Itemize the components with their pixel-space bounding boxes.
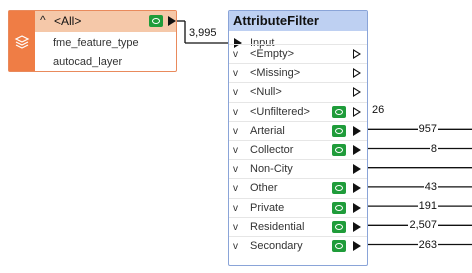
eye-icon[interactable] xyxy=(332,124,346,137)
output-port-row[interactable]: v Non-City xyxy=(229,159,367,178)
output-port-label: Non-City xyxy=(250,163,293,176)
output-port-row[interactable]: v Residential xyxy=(229,216,367,237)
attribute-item: fme_feature_type xyxy=(53,37,139,49)
output-port-row[interactable]: v Collector xyxy=(229,140,367,159)
port-feature-count: 8 xyxy=(429,142,438,156)
output-port-arrow-icon[interactable] xyxy=(168,16,176,26)
output-port-label: <Unfiltered> xyxy=(250,105,310,118)
output-port-row[interactable]: v Private xyxy=(229,197,367,218)
output-port-arrow-icon[interactable] xyxy=(353,241,361,251)
eye-icon[interactable] xyxy=(332,105,346,118)
eye-icon[interactable] xyxy=(332,201,346,214)
expand-chevron-icon[interactable]: v xyxy=(233,45,238,64)
output-port-arrow-icon[interactable] xyxy=(353,87,361,98)
eye-icon[interactable] xyxy=(332,144,346,156)
expand-chevron-icon[interactable]: v xyxy=(233,160,238,179)
output-port-label: <Null> xyxy=(250,86,282,99)
output-port-arrow-icon[interactable] xyxy=(353,125,361,136)
reader-node[interactable]: ^ <All> fme_feature_type autocad_layer xyxy=(8,10,177,72)
expand-chevron-icon[interactable]: v xyxy=(233,218,238,237)
output-port-label: Arterial xyxy=(250,124,285,137)
output-port-label: <Missing> xyxy=(250,67,301,80)
output-port-arrow-icon[interactable] xyxy=(353,164,361,175)
output-port-arrow-icon[interactable] xyxy=(353,106,361,117)
output-port-row[interactable]: v <Null> xyxy=(229,82,367,101)
output-port-row[interactable]: v Arterial xyxy=(229,120,367,141)
output-port-label: Collector xyxy=(250,144,294,156)
output-port-arrow-icon[interactable] xyxy=(353,68,361,79)
output-port-label: Secondary xyxy=(250,240,303,252)
output-port-row[interactable]: v <Empty> xyxy=(229,44,367,63)
reader-node-header[interactable]: ^ <All> xyxy=(35,11,176,32)
output-port-label: Private xyxy=(250,201,285,214)
attributefilter-node[interactable]: AttributeFilter Input v <Empty> v <Missing>… xyxy=(228,10,368,266)
output-port-label: <Empty> xyxy=(250,48,295,60)
expand-chevron-icon[interactable]: v xyxy=(233,199,238,218)
output-port-label: Residential xyxy=(250,220,305,233)
expand-chevron-icon[interactable]: v xyxy=(233,141,238,160)
output-port-arrow-icon[interactable] xyxy=(353,202,361,213)
connection-feature-count: 3,995 xyxy=(188,27,218,40)
eye-icon[interactable] xyxy=(332,240,346,252)
layers-icon xyxy=(14,35,30,49)
port-feature-count: 43 xyxy=(423,180,438,194)
attribute-item: autocad_layer xyxy=(53,56,123,68)
feature-type-label: <All> xyxy=(54,14,82,28)
output-port-arrow-icon[interactable] xyxy=(353,221,361,232)
output-port-label: Other xyxy=(250,182,278,195)
expand-chevron-icon[interactable]: v xyxy=(233,103,238,122)
eye-icon[interactable] xyxy=(332,220,346,233)
expand-chevron-icon[interactable]: v xyxy=(233,122,238,141)
expand-chevron-icon[interactable]: v xyxy=(233,83,238,102)
port-feature-count: 191 xyxy=(417,200,438,214)
output-port-row[interactable]: v Other xyxy=(229,178,367,197)
expand-chevron-icon[interactable]: v xyxy=(233,179,238,198)
expand-chevron-icon[interactable]: v xyxy=(233,237,238,256)
transformer-title: AttributeFilter xyxy=(229,11,367,31)
reader-node-strip xyxy=(9,11,35,71)
expand-chevron-icon[interactable]: v xyxy=(233,64,238,83)
output-port-arrow-icon[interactable] xyxy=(353,183,361,194)
eye-icon[interactable] xyxy=(149,15,163,27)
collapse-chevron-icon[interactable]: ^ xyxy=(40,13,46,27)
output-port-arrow-icon[interactable] xyxy=(353,145,361,155)
eye-icon[interactable] xyxy=(332,182,346,195)
port-feature-count: 2,507 xyxy=(408,219,438,233)
port-feature-count: 26 xyxy=(371,104,386,118)
port-feature-count: 263 xyxy=(417,238,438,252)
output-port-arrow-icon[interactable] xyxy=(353,49,361,59)
output-port-row[interactable]: v Secondary xyxy=(229,236,367,255)
output-port-row[interactable]: v <Unfiltered> xyxy=(229,101,367,122)
port-feature-count: 957 xyxy=(417,123,438,137)
output-port-row[interactable]: v <Missing> xyxy=(229,63,367,82)
